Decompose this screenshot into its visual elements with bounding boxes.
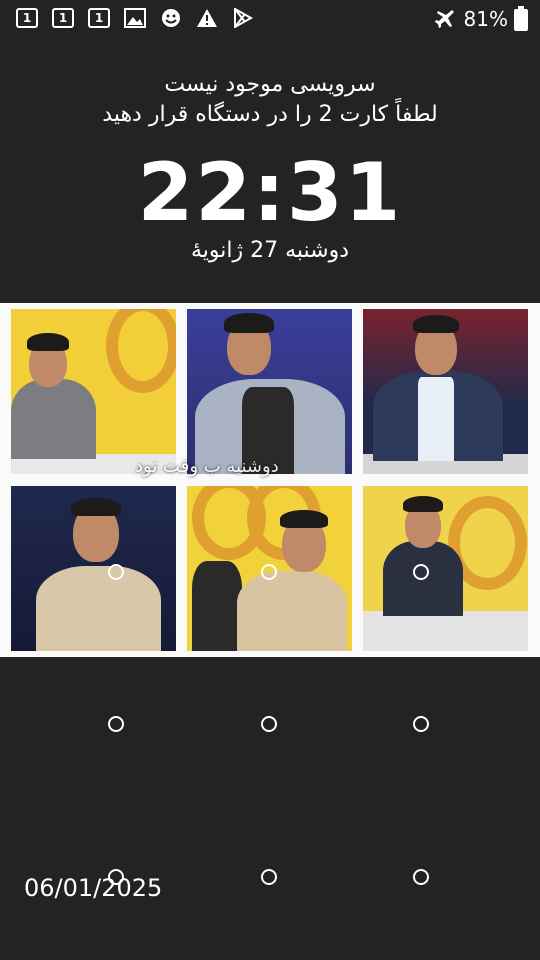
sim-3-notification-icon: 1 bbox=[88, 8, 110, 28]
insert-card-text: لطفاً کارت 2 را در دستگاه قرار دهید bbox=[102, 102, 438, 127]
airplane-mode-icon bbox=[434, 9, 456, 29]
pattern-dot-9[interactable] bbox=[413, 869, 429, 885]
pattern-dot-8[interactable] bbox=[261, 869, 277, 885]
date-stamp: 06/01/2025 bbox=[24, 874, 163, 902]
lock-clock: 22:31 bbox=[137, 146, 403, 239]
carrier-info: سرویسی موجود نیست لطفاً کارت 2 را در دست… bbox=[0, 70, 540, 130]
wallpaper-photo-2 bbox=[187, 309, 352, 474]
status-bar: 1 1 1 81% bbox=[0, 0, 540, 38]
pattern-dot-3[interactable] bbox=[413, 564, 429, 580]
sim-1-notification-icon: 1 bbox=[16, 8, 38, 28]
wallpaper-collage bbox=[0, 303, 540, 657]
battery-icon bbox=[514, 9, 528, 31]
pattern-dot-4[interactable] bbox=[108, 716, 124, 732]
wallpaper-photo-3 bbox=[363, 309, 528, 474]
battery-percent: 81% bbox=[463, 7, 508, 31]
wallpaper-photo-6 bbox=[363, 486, 528, 651]
wallpaper-overlay-text: دوشنبه ب وقت تود bbox=[135, 456, 279, 477]
image-notification-icon bbox=[124, 8, 146, 28]
sim-2-notification-icon: 1 bbox=[52, 8, 74, 28]
smiley-notification-icon bbox=[160, 8, 182, 28]
warning-icon bbox=[196, 8, 218, 28]
no-service-text: سرویسی موجود نیست bbox=[164, 72, 376, 97]
lock-date: دوشنبه 27 ژانویهٔ bbox=[190, 238, 350, 263]
wallpaper-photo-4 bbox=[11, 486, 176, 651]
pattern-dot-6[interactable] bbox=[413, 716, 429, 732]
pattern-dot-2[interactable] bbox=[261, 564, 277, 580]
wallpaper-photo-1 bbox=[11, 309, 176, 474]
play-store-icon bbox=[232, 7, 254, 29]
pattern-dot-5[interactable] bbox=[261, 716, 277, 732]
pattern-dot-1[interactable] bbox=[108, 564, 124, 580]
